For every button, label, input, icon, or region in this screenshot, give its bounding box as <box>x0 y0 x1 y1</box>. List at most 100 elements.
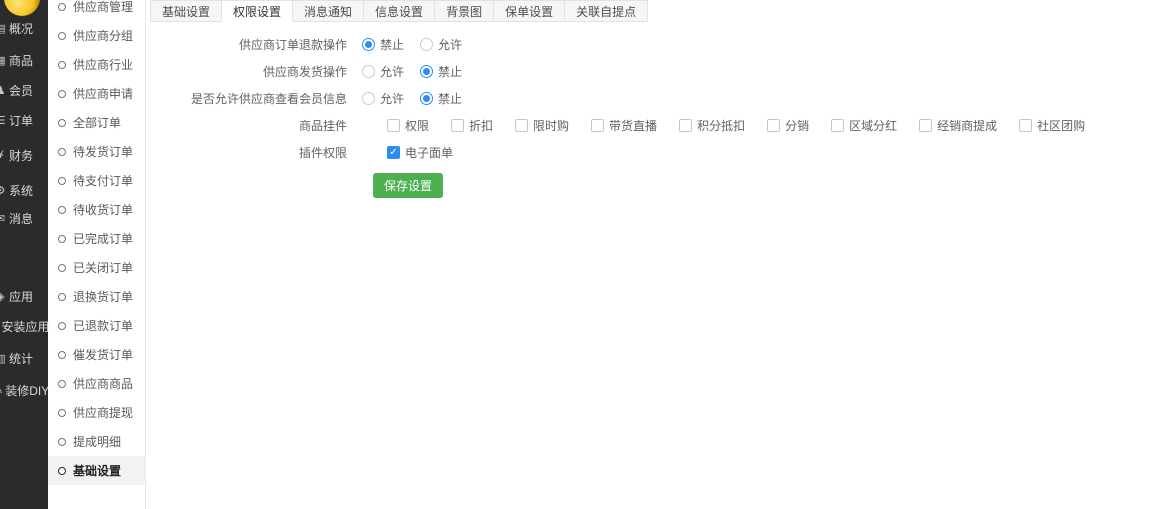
checkbox-option[interactable]: 限时购 <box>515 117 569 134</box>
checkbox-option[interactable]: 社区团购 <box>1019 117 1085 134</box>
supplier-submenu-list: 供应商管理供应商分组供应商行业供应商申请全部订单待发货订单待支付订单待收货订单已… <box>48 0 145 485</box>
checkbox-option[interactable]: 电子面单 <box>387 144 453 161</box>
sidebar-item-9[interactable]: ↓安装应用 <box>0 316 48 336</box>
checkbox-option[interactable]: 带货直播 <box>591 117 657 134</box>
sidebar-item-label: 消息 <box>9 210 33 227</box>
radio-option[interactable]: 禁止 <box>420 90 462 107</box>
circle-bullet-icon <box>58 322 66 330</box>
tab-1[interactable]: 基础设置 <box>150 0 222 22</box>
circle-bullet-icon <box>58 235 66 243</box>
sidebar-item-4[interactable]: ☰订单 <box>0 110 48 130</box>
radio-icon <box>362 92 375 105</box>
checkbox-option[interactable]: 经销商提成 <box>919 117 997 134</box>
submenu-item-14[interactable]: 供应商商品 <box>48 369 145 398</box>
checkbox-icon <box>591 119 604 132</box>
submenu-item-15[interactable]: 供应商提现 <box>48 398 145 427</box>
sidebar-item-3[interactable]: ♟会员 <box>0 80 48 100</box>
submenu-item-7[interactable]: 待支付订单 <box>48 166 145 195</box>
option-label: 禁止 <box>380 36 404 53</box>
radio-icon <box>362 65 375 78</box>
messages-icon: ✉ <box>0 212 7 225</box>
sidebar-item-2[interactable]: ▦商品 <box>0 50 48 70</box>
submenu-item-1[interactable]: 供应商管理 <box>48 0 145 21</box>
form-row-label: 供应商发货操作 <box>147 63 347 80</box>
checkbox-icon <box>387 119 400 132</box>
checkbox-icon <box>919 119 932 132</box>
tab-2[interactable]: 权限设置 <box>222 0 293 22</box>
option-label: 分销 <box>785 117 809 134</box>
sidebar-item-label: 概况 <box>9 20 33 37</box>
option-label: 权限 <box>405 117 429 134</box>
submenu-item-13[interactable]: 催发货订单 <box>48 340 145 369</box>
submenu-item-12[interactable]: 已退款订单 <box>48 311 145 340</box>
sidebar-item-label: 系统 <box>9 182 33 199</box>
goods-icon: ▦ <box>0 54 7 67</box>
checkbox-option[interactable]: 分销 <box>767 117 809 134</box>
checkbox-icon <box>831 119 844 132</box>
circle-bullet-icon <box>58 264 66 272</box>
submenu-item-9[interactable]: 已完成订单 <box>48 224 145 253</box>
settings-tabbar: 基础设置权限设置消息通知信息设置背景图保单设置关联自提点 <box>150 0 1169 22</box>
sidebar-item-label: 统计 <box>9 350 33 367</box>
radio-option[interactable]: 禁止 <box>420 63 462 80</box>
sidebar-item-1[interactable]: ▤概况 <box>0 18 48 38</box>
submenu-item-5[interactable]: 全部订单 <box>48 108 145 137</box>
sidebar-item-label: 订单 <box>9 112 33 129</box>
checkbox-option[interactable]: 权限 <box>387 117 429 134</box>
submenu-item-4[interactable]: 供应商申请 <box>48 79 145 108</box>
submenu-item-label: 待发货订单 <box>73 143 133 160</box>
settings-content: 基础设置权限设置消息通知信息设置背景图保单设置关联自提点 供应商订单退款操作禁止… <box>147 0 1169 509</box>
circle-bullet-icon <box>58 61 66 69</box>
circle-bullet-icon <box>58 119 66 127</box>
checkbox-option[interactable]: 区域分红 <box>831 117 897 134</box>
checkbox-option[interactable]: 积分抵扣 <box>679 117 745 134</box>
submenu-item-label: 供应商申请 <box>73 85 133 102</box>
submenu-item-label: 供应商管理 <box>73 0 133 15</box>
circle-bullet-icon <box>58 90 66 98</box>
submenu-item-17[interactable]: 基础设置 <box>48 456 145 485</box>
tab-6[interactable]: 保单设置 <box>494 0 565 22</box>
form-row: 商品挂件 权限 折扣 限时购 带货直播 积分抵扣 分销 区域分红 经销商提成 社区团购 <box>147 112 1169 139</box>
radio-option[interactable]: 允许 <box>420 36 462 53</box>
option-label: 允许 <box>380 90 404 107</box>
radio-option[interactable]: 允许 <box>362 63 404 80</box>
submenu-item-2[interactable]: 供应商分组 <box>48 21 145 50</box>
tab-5[interactable]: 背景图 <box>435 0 494 22</box>
option-label: 带货直播 <box>609 117 657 134</box>
tab-4[interactable]: 信息设置 <box>364 0 435 22</box>
save-settings-button[interactable]: 保存设置 <box>373 173 443 198</box>
checkbox-option[interactable]: 折扣 <box>451 117 493 134</box>
form-row-label: 插件权限 <box>147 144 347 161</box>
sidebar-item-label: 商品 <box>9 52 33 69</box>
sidebar-item-10[interactable]: ▥统计 <box>0 348 48 368</box>
save-button-row: 保存设置 <box>373 173 1169 198</box>
submenu-item-16[interactable]: 提成明细 <box>48 427 145 456</box>
sidebar-item-11[interactable]: ✎装修DIY <box>0 380 48 400</box>
sidebar-item-5[interactable]: ¥财务 <box>0 145 48 165</box>
submenu-item-label: 退换货订单 <box>73 288 133 305</box>
submenu-item-10[interactable]: 已关闭订单 <box>48 253 145 282</box>
tab-7[interactable]: 关联自提点 <box>565 0 648 22</box>
sidebar-item-8[interactable]: ◈应用 <box>0 286 48 306</box>
submenu-item-6[interactable]: 待发货订单 <box>48 137 145 166</box>
circle-bullet-icon <box>58 3 66 11</box>
option-label: 禁止 <box>438 90 462 107</box>
checkbox-icon <box>679 119 692 132</box>
submenu-item-label: 待支付订单 <box>73 172 133 189</box>
radio-option[interactable]: 禁止 <box>362 36 404 53</box>
statistics-icon: ▥ <box>0 352 7 365</box>
tab-3[interactable]: 消息通知 <box>293 0 364 22</box>
form-row: 插件权限 电子面单 <box>147 139 1169 166</box>
radio-option[interactable]: 允许 <box>362 90 404 107</box>
sidebar-item-6[interactable]: ⚙系统 <box>0 180 48 200</box>
form-row-label: 商品挂件 <box>147 117 347 134</box>
submenu-item-8[interactable]: 待收货订单 <box>48 195 145 224</box>
submenu-item-11[interactable]: 退换货订单 <box>48 282 145 311</box>
option-label: 社区团购 <box>1037 117 1085 134</box>
sidebar-item-7[interactable]: ✉消息 <box>0 208 48 228</box>
submenu-item-3[interactable]: 供应商行业 <box>48 50 145 79</box>
form-row-controls: 允许 禁止 <box>362 90 478 107</box>
circle-bullet-icon <box>58 438 66 446</box>
app-logo[interactable] <box>4 0 40 16</box>
option-label: 经销商提成 <box>937 117 997 134</box>
